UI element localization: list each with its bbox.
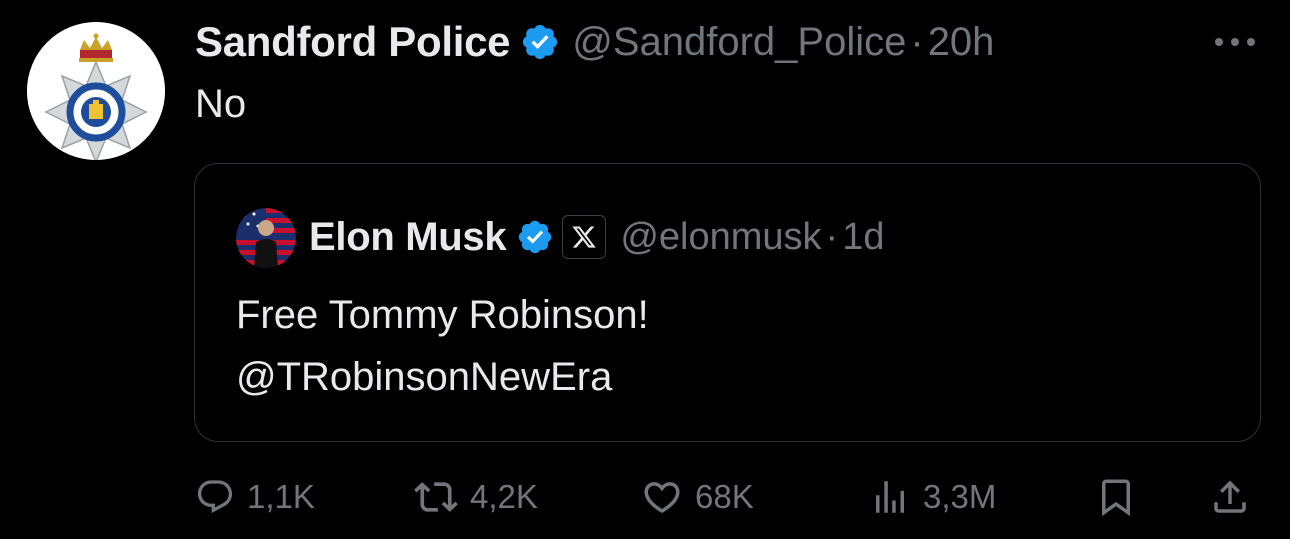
quoted-author-handle: @elonmusk [620, 215, 822, 258]
reply-button[interactable]: 1,1K [195, 462, 315, 532]
bookmark-button[interactable] [1095, 462, 1137, 532]
verified-badge-icon[interactable] [520, 22, 560, 62]
affiliate-badge [562, 215, 607, 259]
quoted-author-avatar[interactable] [236, 208, 296, 268]
quoted-tweet-text: Free Tommy Robinson! @TRobinsonNewEra [236, 284, 649, 408]
quoted-text-line: Free Tommy Robinson! [236, 293, 649, 337]
separator-dot: · [910, 19, 924, 64]
action-bar: 1,1K 4,2K 68K 3,3M [0, 462, 1290, 532]
more-options-button[interactable] [1212, 28, 1258, 56]
author-name[interactable]: Sandford Police [195, 18, 511, 66]
author-avatar[interactable] [27, 22, 165, 160]
heart-icon [644, 482, 680, 514]
tweet[interactable]: Sandford Police @Sandford_Police · 20h N… [0, 0, 1290, 539]
share-icon [1214, 480, 1246, 513]
avatar-photo-icon [236, 208, 296, 268]
quoted-tweet-timestamp: 1d [842, 215, 885, 258]
bookmark-icon [1102, 479, 1130, 517]
share-button[interactable] [1209, 462, 1251, 532]
quoted-tweet-card[interactable]: Elon Musk @elonmusk · 1d Free Tommy Robi… [194, 163, 1261, 442]
retweet-button[interactable]: 4,2K [414, 462, 538, 532]
reply-count: 1,1K [247, 478, 315, 515]
police-crest-icon [27, 22, 165, 160]
views-count: 3,3M [923, 478, 997, 515]
views-button[interactable]: 3,3M [869, 462, 996, 532]
quoted-author-name: Elon Musk [309, 214, 507, 259]
quoted-tweet-header: Elon Musk @elonmusk · 1d [309, 210, 884, 264]
views-icon [876, 481, 904, 513]
tweet-timestamp[interactable]: 20h [928, 20, 995, 65]
verified-badge-icon [516, 218, 554, 256]
like-button[interactable]: 68K [641, 462, 754, 532]
separator-dot: · [825, 215, 839, 258]
more-horizontal-icon [1215, 38, 1255, 46]
x-logo-icon [572, 226, 597, 248]
author-handle[interactable]: @Sandford_Police [572, 20, 906, 65]
like-count: 68K [695, 478, 754, 515]
reply-icon [197, 480, 233, 514]
retweet-count: 4,2K [470, 478, 538, 515]
tweet-header: Sandford Police @Sandford_Police · 20h [195, 14, 994, 70]
tweet-text: No [195, 82, 247, 126]
quoted-text-mention: @TRobinsonNewEra [236, 355, 613, 399]
retweet-icon [414, 482, 458, 512]
